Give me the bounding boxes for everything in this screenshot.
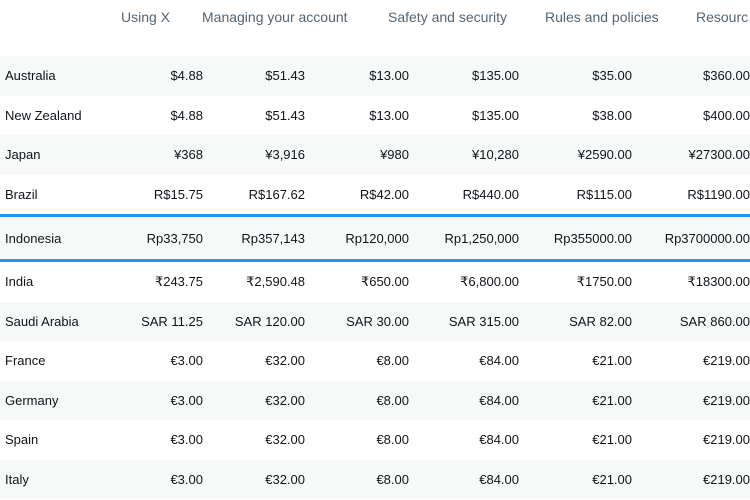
price-cell: €219.00 <box>703 353 750 369</box>
price-cell: €8.00 <box>305 459 409 499</box>
price-cell: €21.00 <box>519 380 632 420</box>
price-cell: €3.00 <box>170 353 203 369</box>
price-cell: $400.00 <box>703 107 750 123</box>
price-cell: €21.00 <box>592 432 632 448</box>
price-cell: €219.00 <box>632 459 750 499</box>
price-cell: R$15.75 <box>153 186 203 202</box>
price-cell: $4.88 <box>170 107 203 123</box>
price-cell: $51.43 <box>265 107 305 123</box>
table-row: Australia $4.88 $51.43 $13.00 $135.00 $35.00 $… <box>0 56 750 96</box>
price-cell: €21.00 <box>592 353 632 369</box>
country-cell: Brazil <box>5 186 38 202</box>
country-cell: Australia <box>0 56 105 96</box>
nav-resources[interactable]: Resourc <box>696 9 748 25</box>
table-row: New Zealand $4.88 $51.43 $13.00 $135.00 $38.0… <box>0 96 750 136</box>
table-row: France €3.00 €32.00 €8.00 €84.00 €21.00 €219.0… <box>0 341 750 381</box>
country-cell: Italy <box>0 459 105 499</box>
price-cell: €3.00 <box>105 459 203 499</box>
price-cell: $13.00 <box>305 56 409 96</box>
price-cell: €84.00 <box>479 432 519 448</box>
price-cell: Rp1,250,000 <box>409 214 519 262</box>
price-cell: €84.00 <box>409 380 519 420</box>
table-row: Indonesia Rp33,750 Rp357,143 Rp120,000 Rp1,2… <box>0 214 750 262</box>
price-cell: €21.00 <box>519 459 632 499</box>
price-cell: ₹18300.00 <box>687 273 750 289</box>
price-cell: ¥980 <box>305 135 409 175</box>
price-cell: R$167.62 <box>248 186 305 202</box>
price-cell: $135.00 <box>409 56 519 96</box>
price-cell: Rp120,000 <box>305 214 409 262</box>
price-cell: SAR 11.25 <box>105 301 203 341</box>
price-cell: €3.00 <box>105 380 203 420</box>
price-cell: ¥2590.00 <box>519 135 632 175</box>
price-cell: ¥10,280 <box>409 135 519 175</box>
country-cell: Saudi Arabia <box>0 301 105 341</box>
price-cell: ₹6,800.00 <box>460 273 519 289</box>
price-cell: ₹650.00 <box>360 273 409 289</box>
price-cell: €3.00 <box>170 432 203 448</box>
price-cell: €32.00 <box>203 459 305 499</box>
price-cell: €84.00 <box>409 459 519 499</box>
price-cell: R$1190.00 <box>687 186 750 202</box>
nav-using-x[interactable]: Using X <box>121 9 170 25</box>
price-cell: Rp3700000.00 <box>632 214 750 262</box>
price-cell: €32.00 <box>265 432 305 448</box>
price-cell: ₹2,590.48 <box>246 273 305 289</box>
country-cell: France <box>5 353 46 369</box>
price-cell: Rp355000.00 <box>519 214 632 262</box>
table-row: Spain €3.00 €32.00 €8.00 €84.00 €21.00 €219.00 <box>0 420 750 460</box>
country-cell: Germany <box>0 380 105 420</box>
country-cell: Spain <box>5 432 39 448</box>
table-row: Saudi Arabia SAR 11.25 SAR 120.00 SAR 30.00… <box>0 301 750 341</box>
price-cell: ¥368 <box>105 135 203 175</box>
price-cell: €32.00 <box>265 353 305 369</box>
price-cell: R$115.00 <box>576 186 632 202</box>
table-row: Japan ¥368 ¥3,916 ¥980 ¥10,280 ¥2590.00 ¥27300… <box>0 135 750 175</box>
country-cell: New Zealand <box>5 107 82 123</box>
price-cell: €8.00 <box>376 353 409 369</box>
price-cell: Rp357,143 <box>203 214 305 262</box>
price-cell: SAR 315.00 <box>409 301 519 341</box>
price-cell: $51.43 <box>203 56 305 96</box>
table-row: Germany €3.00 €32.00 €8.00 €84.00 €21.00 €219.… <box>0 380 750 420</box>
price-cell: €219.00 <box>632 380 750 420</box>
price-cell: ¥27300.00 <box>632 135 750 175</box>
price-cell: $35.00 <box>519 56 632 96</box>
price-cell: ₹1750.00 <box>576 273 632 289</box>
price-cell: ¥3,916 <box>203 135 305 175</box>
price-cell: Rp33,750 <box>105 214 203 262</box>
price-cell: SAR 860.00 <box>632 301 750 341</box>
price-cell: R$440.00 <box>462 186 519 202</box>
table-row: India ₹243.75 ₹2,590.48 ₹650.00 ₹6,800.00 ₹17… <box>0 261 750 302</box>
price-cell: $13.00 <box>369 107 409 123</box>
price-cell: €8.00 <box>376 432 409 448</box>
price-cell: $135.00 <box>472 107 519 123</box>
country-cell: Indonesia <box>0 214 105 262</box>
price-cell: $38.00 <box>592 107 632 123</box>
nav-safety-security[interactable]: Safety and security <box>388 9 507 25</box>
nav-managing-account[interactable]: Managing your account <box>202 9 348 25</box>
top-nav: Using X Managing your account Safety and… <box>0 0 750 36</box>
price-cell: $360.00 <box>632 56 750 96</box>
price-cell: R$42.00 <box>359 186 409 202</box>
country-cell: Japan <box>0 135 105 175</box>
price-cell: SAR 30.00 <box>305 301 409 341</box>
country-cell: India <box>5 274 34 290</box>
price-cell: €219.00 <box>703 432 750 448</box>
nav-rules-policies[interactable]: Rules and policies <box>545 9 659 25</box>
price-cell: SAR 82.00 <box>519 301 632 341</box>
price-cell: €32.00 <box>203 380 305 420</box>
price-cell: €84.00 <box>479 353 519 369</box>
price-cell: ₹243.75 <box>154 273 203 289</box>
table-row: Brazil R$15.75 R$167.62 R$42.00 R$440.00 R$11… <box>0 175 750 216</box>
price-cell: SAR 120.00 <box>203 301 305 341</box>
price-cell: $4.88 <box>105 56 203 96</box>
price-cell: €8.00 <box>305 380 409 420</box>
table-row: Italy €3.00 €32.00 €8.00 €84.00 €21.00 €219.00 <box>0 459 750 499</box>
pricing-table: Australia $4.88 $51.43 $13.00 $135.00 $35.00 $… <box>0 56 750 499</box>
